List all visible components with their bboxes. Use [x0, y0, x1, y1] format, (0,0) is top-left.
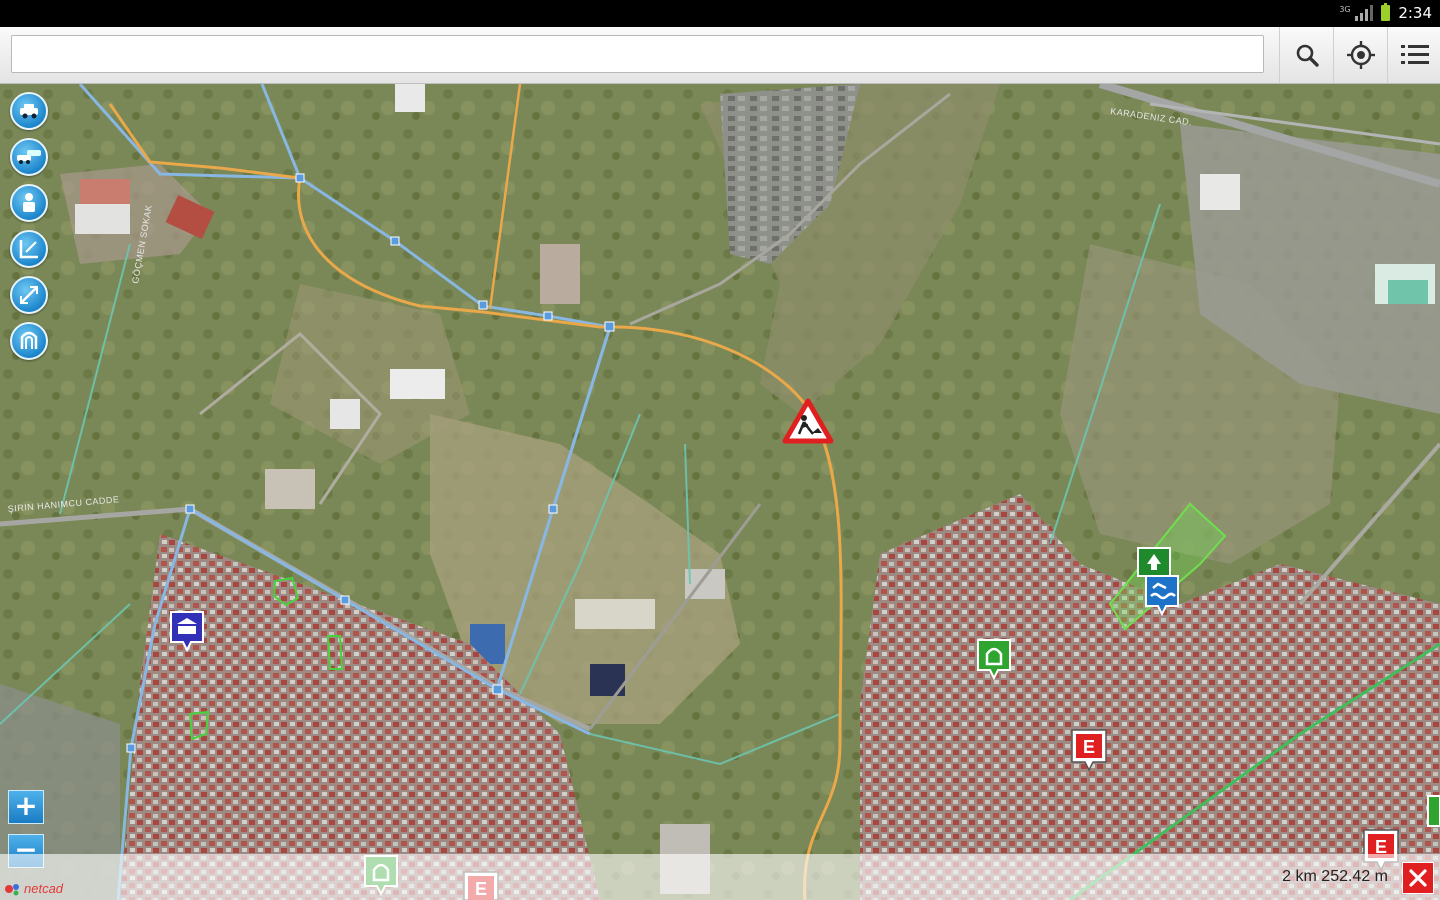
person-icon [23, 193, 35, 212]
menu-icon [1401, 45, 1429, 64]
multi-vehicle-tool-button[interactable] [10, 138, 48, 176]
logo-text: netcad [24, 881, 64, 896]
search-input[interactable] [11, 35, 1264, 73]
status-bar: 3G 2:34 [0, 0, 1440, 27]
measure-line-icon [19, 240, 38, 259]
mosque-marker-icon[interactable] [976, 638, 1012, 680]
person-tool-button[interactable] [10, 184, 48, 222]
school-marker-icon[interactable]: E [1070, 728, 1108, 772]
vehicle-icon [20, 104, 38, 119]
measure-line-tool-button[interactable] [10, 230, 48, 268]
clock: 2:34 [1398, 4, 1432, 22]
logo-icon [5, 883, 19, 895]
measure-area-tool-button[interactable] [10, 322, 48, 360]
vehicle-tool-button[interactable] [10, 92, 48, 130]
battery-icon [1381, 3, 1391, 21]
map-view[interactable]: ŞIRIN HANIMCU CADDE KARADENIZ CAD. GÖÇME… [0, 84, 1440, 900]
measure-area-icon [20, 331, 38, 349]
my-location-button[interactable] [1333, 27, 1388, 83]
close-measurement-button[interactable] [1402, 862, 1434, 894]
search-button[interactable] [1279, 27, 1334, 83]
swimming-pool-marker-icon[interactable] [1144, 574, 1180, 616]
close-icon [1409, 869, 1427, 887]
network-type-indicator: 3G [1339, 5, 1351, 14]
school-marker-label: E [1083, 737, 1095, 757]
measure-distance-tool-button[interactable] [10, 276, 48, 314]
search-icon [1296, 44, 1319, 67]
roadwork-warning-icon[interactable] [782, 398, 834, 444]
zoom-in-button[interactable]: + [8, 790, 44, 824]
multi-vehicle-icon [17, 150, 41, 164]
measurement-bar: netcad 2 km 252.42 m [0, 854, 1440, 900]
netcad-logo: netcad [4, 881, 63, 896]
satellite-imagery: ŞIRIN HANIMCU CADDE KARADENIZ CAD. GÖÇME… [0, 84, 1440, 900]
public-building-marker-icon[interactable] [169, 610, 205, 652]
crosshair-icon [1347, 41, 1375, 69]
park-marker-icon[interactable] [1426, 794, 1440, 834]
status-icons: 3G 2:34 [1339, 3, 1432, 22]
toolbar [0, 27, 1440, 84]
measured-distance: 2 km 252.42 m [1282, 868, 1388, 885]
signal-icon [1355, 5, 1374, 21]
menu-button[interactable] [1387, 27, 1440, 83]
measure-distance-icon [20, 286, 38, 304]
